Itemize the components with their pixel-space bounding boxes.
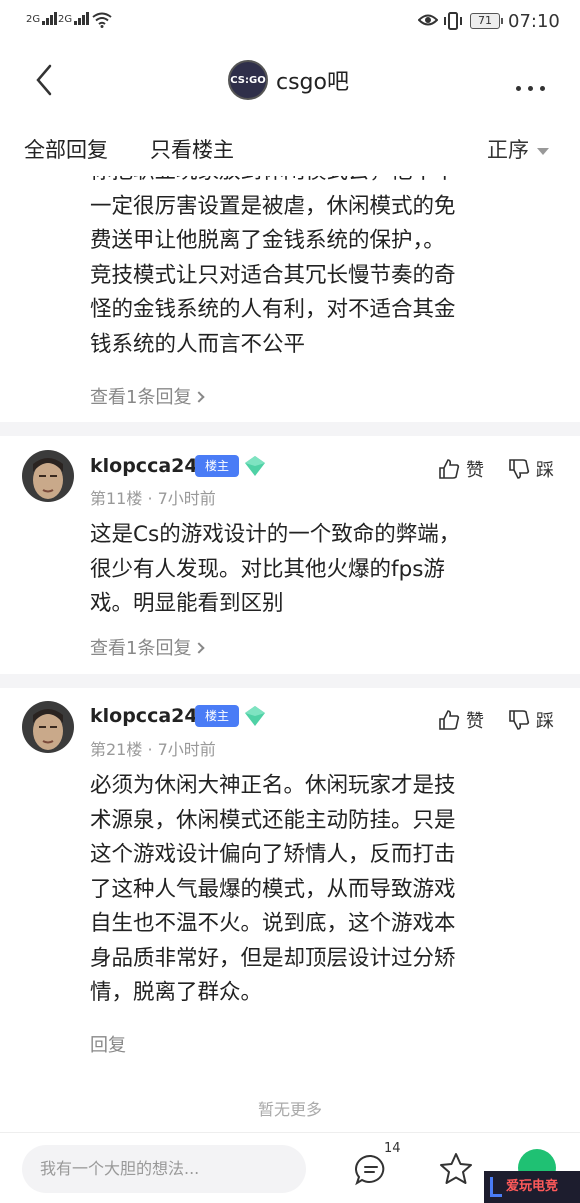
- divider: [0, 674, 580, 688]
- avatar-image: [22, 701, 74, 753]
- op-badge: 楼主: [195, 705, 239, 727]
- tab-all-replies[interactable]: 全部回复: [24, 134, 108, 164]
- reply-input[interactable]: 我有一个大胆的想法...: [22, 1145, 306, 1193]
- nav-bar: CS:GO csgo吧: [0, 44, 580, 116]
- thumbs-up-icon: [439, 459, 460, 479]
- eye-comfort-icon: [418, 14, 438, 26]
- comment-count: 14: [384, 1141, 401, 1156]
- clock: 07:10: [508, 11, 560, 32]
- avatar-image: [22, 450, 74, 502]
- divider: [0, 422, 580, 436]
- thumbs-down-icon: [509, 710, 530, 730]
- dislike-button[interactable]: 踩: [508, 456, 554, 482]
- comment-icon[interactable]: [354, 1153, 388, 1187]
- like-button[interactable]: 赞: [438, 456, 484, 482]
- reply-button[interactable]: 回复: [90, 1031, 126, 1057]
- chevron-right-icon: [193, 391, 206, 403]
- sort-dropdown[interactable]: 正序: [487, 134, 549, 164]
- view-replies-link[interactable]: 查看1条回复: [90, 383, 206, 409]
- tab-only-op[interactable]: 只看楼主: [150, 134, 234, 164]
- forum-name: csgo吧: [276, 70, 349, 95]
- watermark-logo: 爱玩电竞: [484, 1171, 580, 1203]
- avatar[interactable]: [22, 701, 74, 753]
- bottom-bar: 我有一个大胆的想法... 14 爱玩电竞: [0, 1132, 580, 1203]
- op-badge: 楼主: [195, 455, 239, 477]
- level-diamond-icon: [245, 456, 265, 476]
- reply-text: 这是Cs的游戏设计的一个致命的弊端， 很少有人发现。对比其他火爆的fps游 戏。…: [90, 522, 461, 616]
- reply-text: 你把职业玩家放到休闲模式去，他不不 一定很厉害设置是被虐，休闲模式的免 费送甲让…: [90, 176, 456, 357]
- signal-indicator-2: 2G: [58, 12, 90, 25]
- view-replies-link[interactable]: 查看1条回复: [90, 634, 206, 660]
- floor-time: 第21楼 · 7小时前: [90, 740, 216, 759]
- floor-time: 第11楼 · 7小时前: [90, 489, 216, 508]
- dislike-button[interactable]: 踩: [508, 707, 554, 733]
- vibrate-icon: [444, 12, 462, 30]
- no-more-label: 暂无更多: [257, 1100, 322, 1119]
- signal-indicator: 2G: [26, 12, 58, 25]
- chevron-right-icon: [193, 642, 206, 654]
- wifi-icon: [92, 12, 112, 28]
- thumbs-down-icon: [509, 459, 530, 479]
- username[interactable]: klopcca24: [90, 455, 198, 477]
- level-diamond-icon: [245, 706, 265, 726]
- status-bar: 2G 2G 71 07:10: [0, 0, 580, 44]
- like-button[interactable]: 赞: [438, 707, 484, 733]
- username[interactable]: klopcca24: [90, 705, 198, 727]
- avatar[interactable]: [22, 450, 74, 502]
- forum-logo: CS:GO: [228, 60, 268, 100]
- filter-bar: 全部回复 只看楼主 正序: [0, 116, 580, 176]
- thumbs-up-icon: [439, 710, 460, 730]
- reply-text: 必须为休闲大神正名。休闲玩家才是技 术源泉，休闲模式还能主动防挂。只是 这个游戏…: [90, 773, 456, 1005]
- battery-indicator: 71: [470, 13, 503, 29]
- reply-list: 你把职业玩家放到休闲模式去，他不不 一定很厉害设置是被虐，休闲模式的免 费送甲让…: [0, 176, 580, 1132]
- chevron-down-icon: [537, 147, 549, 155]
- star-icon[interactable]: [438, 1151, 474, 1187]
- more-options-icon[interactable]: [516, 76, 552, 95]
- back-arrow-icon[interactable]: [30, 62, 60, 98]
- forum-header[interactable]: CS:GO csgo吧: [228, 60, 349, 100]
